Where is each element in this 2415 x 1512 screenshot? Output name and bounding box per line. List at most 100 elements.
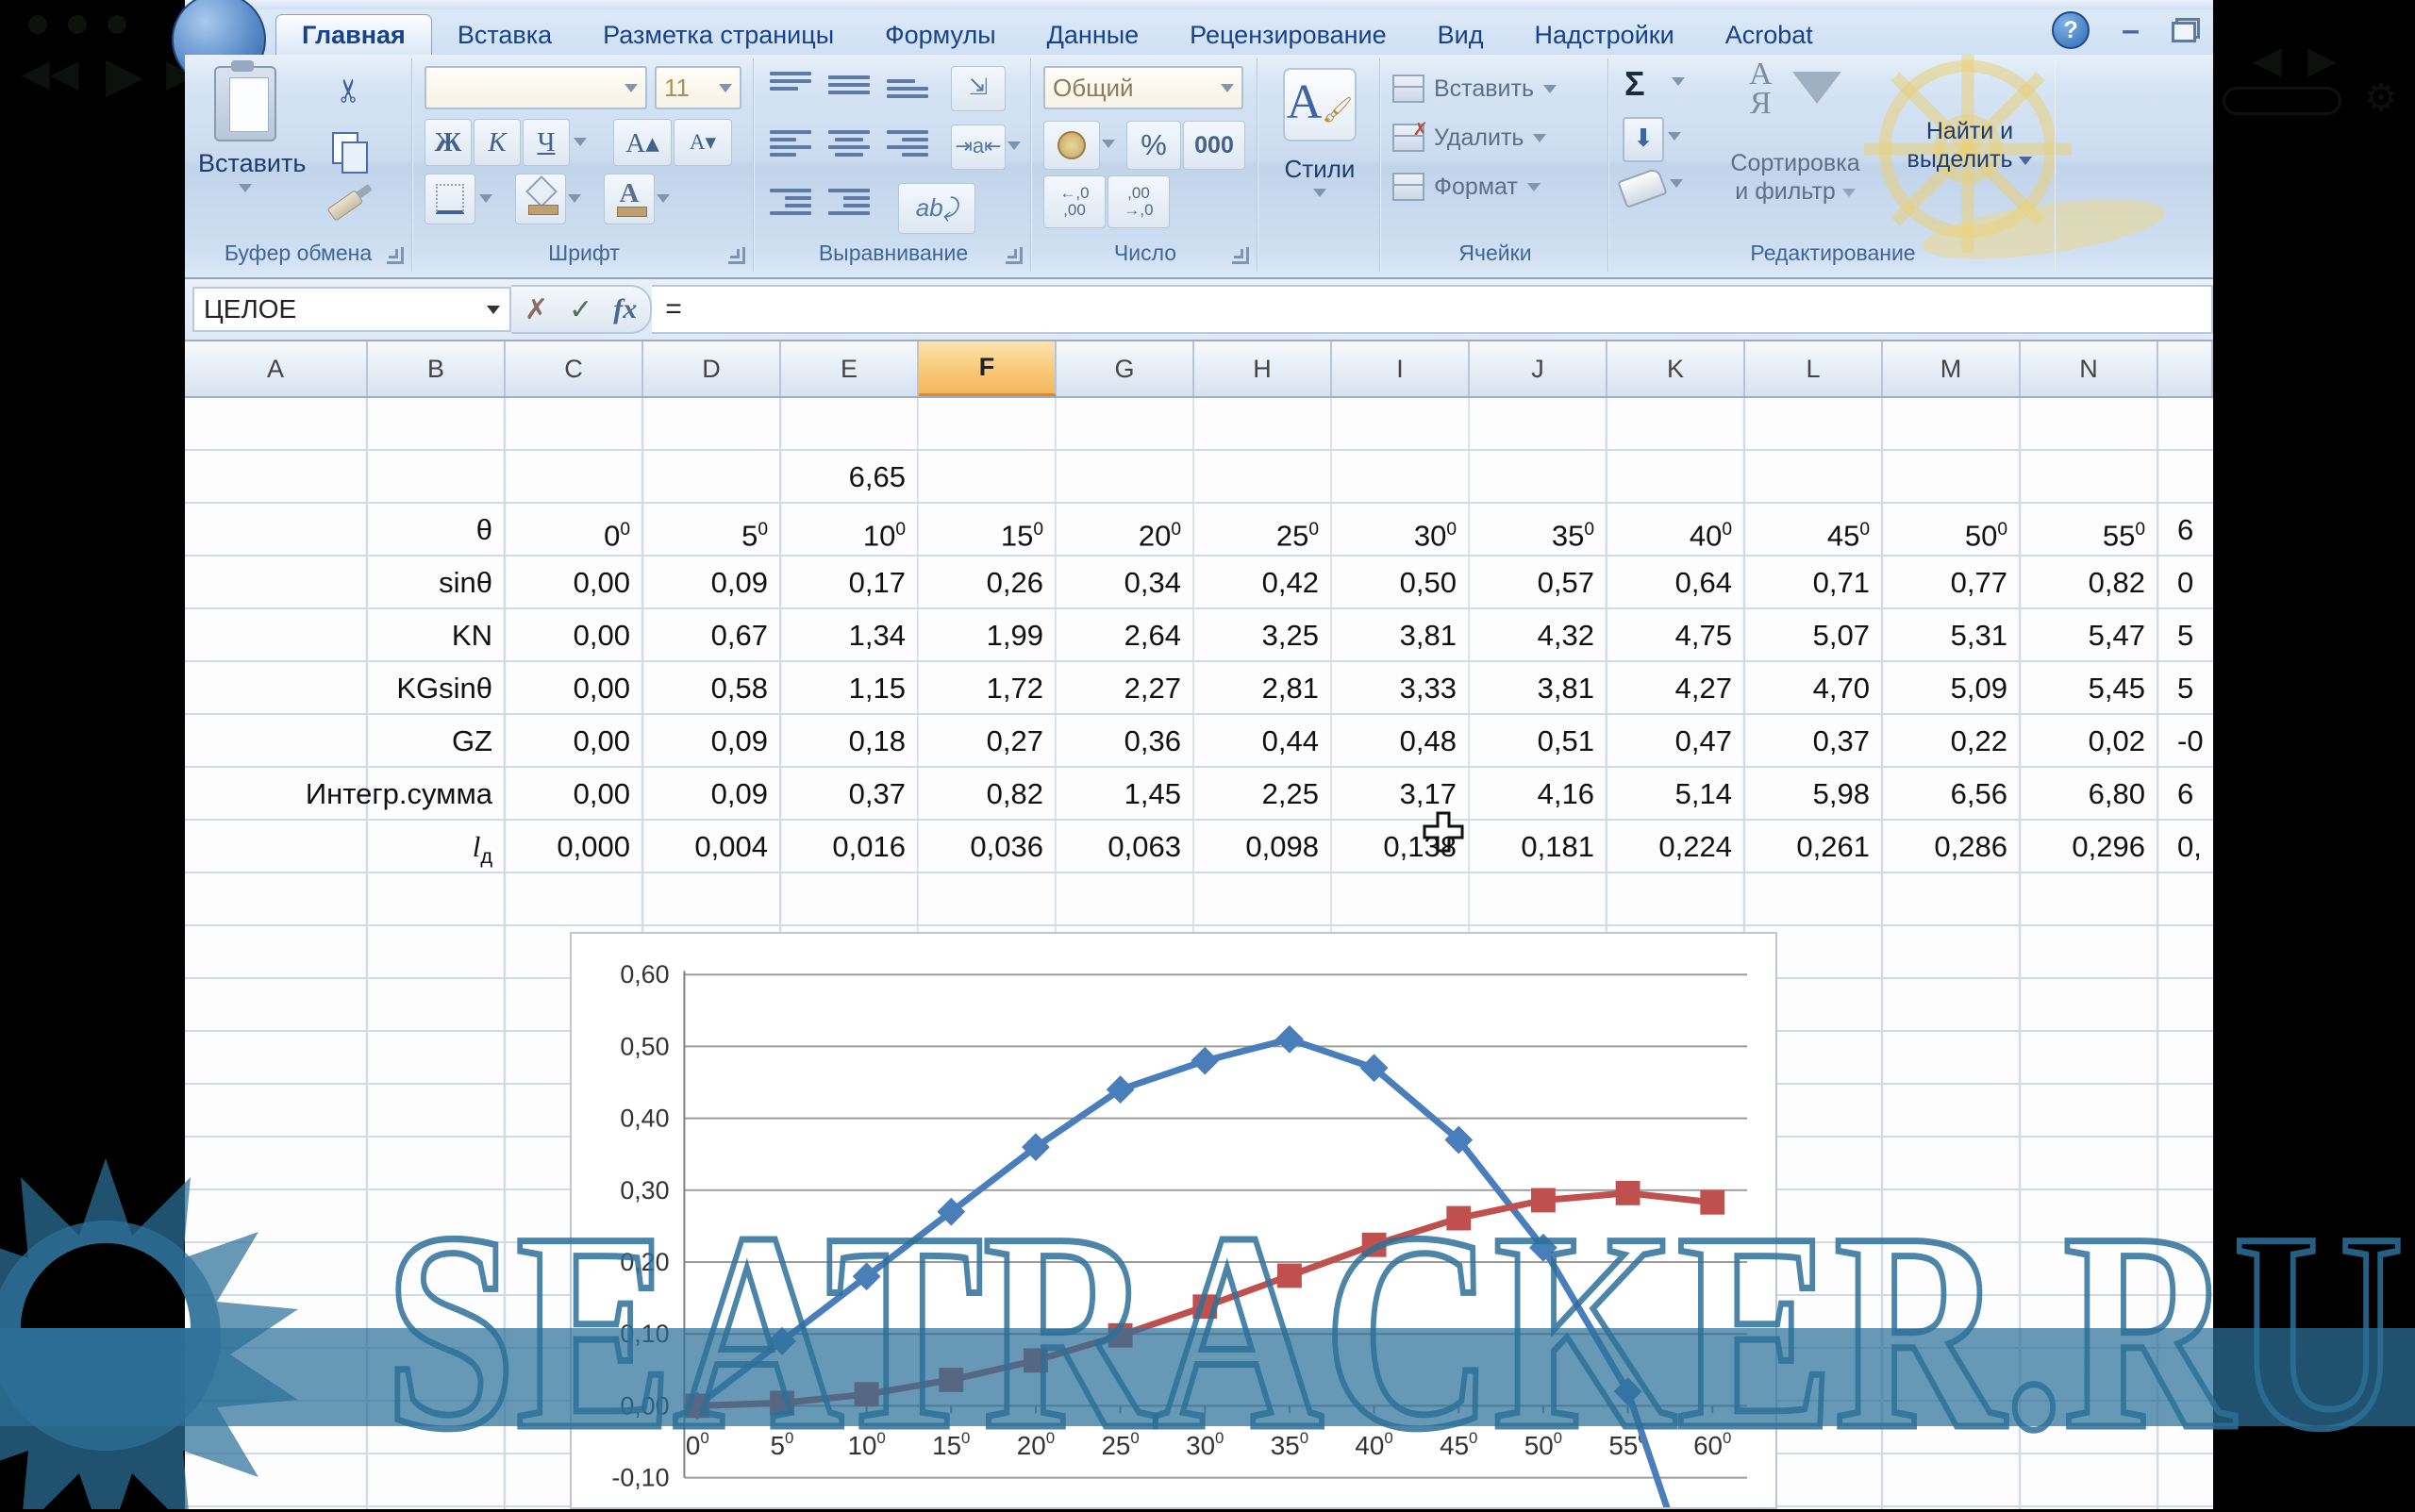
increase-decimal-button[interactable]: ←,0,00 [1043, 175, 1106, 228]
cell[interactable]: 0,26 [919, 557, 1057, 609]
prev-icon[interactable]: ◀ [2253, 42, 2282, 79]
clear-dropdown-arrow[interactable] [1670, 179, 1683, 188]
column-header-D[interactable]: D [643, 341, 781, 396]
cut-icon[interactable]: ✂ [330, 77, 368, 105]
enter-button[interactable]: ✓ [569, 293, 592, 326]
fill-color-button[interactable] [515, 174, 566, 224]
cell[interactable]: 2,25 [1194, 768, 1332, 821]
font-color-dropdown-arrow[interactable] [657, 194, 670, 203]
align-bottom-icon[interactable] [887, 79, 928, 98]
delete-cells-button[interactable]: ✗ Удалить [1383, 113, 1607, 162]
tab-Вид[interactable]: Вид [1412, 15, 1509, 55]
column-header-C[interactable]: C [506, 341, 643, 396]
tab-Разметка страницы[interactable]: Разметка страницы [577, 15, 859, 55]
column-header-F[interactable]: F [919, 341, 1057, 396]
cancel-button[interactable]: ✗ [525, 293, 548, 326]
row-label[interactable]: KN [185, 609, 506, 662]
alignment-dialog-launcher[interactable] [1006, 247, 1023, 264]
tab-Надстройки[interactable]: Надстройки [1509, 15, 1700, 55]
cell[interactable]: 5,31 [1883, 609, 2021, 662]
cell[interactable]: 0,016 [781, 821, 919, 873]
clipboard-dialog-launcher[interactable] [387, 247, 404, 264]
cell[interactable]: 450 [1745, 504, 1883, 557]
cell[interactable]: 0,82 [919, 768, 1057, 821]
cell[interactable]: 0,22 [1883, 715, 2021, 768]
cell-partial[interactable]: 5 [2158, 609, 2213, 662]
cell[interactable]: 1,15 [781, 662, 919, 715]
cell[interactable]: 0,67 [643, 609, 781, 662]
column-header-K[interactable]: K [1607, 341, 1745, 396]
align-middle-icon[interactable] [828, 75, 870, 94]
cell[interactable]: 3,81 [1332, 609, 1470, 662]
column-header-L[interactable]: L [1745, 341, 1883, 396]
cell[interactable]: 6,56 [1883, 768, 2021, 821]
increase-indent-icon[interactable] [828, 189, 870, 215]
cell[interactable]: 1,72 [919, 662, 1057, 715]
cell[interactable]: 0,036 [919, 821, 1057, 873]
column-header-I[interactable]: I [1332, 341, 1470, 396]
merge-dropdown-arrow[interactable] [1008, 141, 1021, 150]
cell[interactable]: 0,000 [506, 821, 643, 873]
percent-style-button[interactable]: % [1126, 121, 1181, 170]
row-label[interactable]: GZ [185, 715, 506, 768]
font-dialog-launcher[interactable] [728, 247, 745, 264]
clear-button[interactable] [1617, 167, 1667, 208]
next-icon[interactable]: ▶ [2307, 42, 2337, 79]
cell[interactable]: 0,09 [643, 768, 781, 821]
cell[interactable]: 0,44 [1194, 715, 1332, 768]
cell[interactable]: 3,17 [1332, 768, 1470, 821]
play-icon[interactable]: ▶ [106, 51, 143, 100]
cell[interactable]: 550 [2021, 504, 2158, 557]
column-header-J[interactable]: J [1470, 341, 1607, 396]
cell[interactable]: 0,82 [2021, 557, 2158, 609]
cell[interactable]: 5,09 [1883, 662, 2021, 715]
cell[interactable]: 0,17 [781, 557, 919, 609]
paste-button[interactable]: Вставить [198, 66, 292, 217]
cell[interactable]: 0,004 [643, 821, 781, 873]
cell[interactable]: 0,00 [506, 609, 643, 662]
fill-button[interactable]: ⬇ [1623, 117, 1664, 162]
cell[interactable]: 4,70 [1745, 662, 1883, 715]
cell[interactable]: 1,45 [1057, 768, 1194, 821]
number-dialog-launcher[interactable] [1232, 247, 1249, 264]
autosum-button[interactable]: Σ [1624, 64, 1645, 104]
fill-dropdown-arrow[interactable] [1668, 132, 1681, 141]
cell[interactable]: 0,098 [1194, 821, 1332, 873]
cell-partial[interactable]: 5 [2158, 662, 2213, 715]
orientation-button[interactable]: ⇲ [951, 66, 1006, 111]
number-format-combo[interactable]: Общий [1043, 66, 1243, 109]
shrink-font-button[interactable]: A▾ [674, 119, 732, 166]
fill-color-dropdown-arrow[interactable] [568, 194, 581, 203]
font-color-button[interactable]: A [604, 174, 655, 224]
column-header-N[interactable]: N [2021, 341, 2158, 396]
column-header-partial[interactable] [2158, 341, 2213, 396]
gear-icon[interactable]: ⚙ [2364, 79, 2398, 117]
italic-button[interactable]: К [474, 119, 521, 166]
row-label[interactable]: KGsinθ [185, 662, 506, 715]
tab-Главная[interactable]: Главная [275, 14, 432, 55]
cell[interactable]: 400 [1607, 504, 1745, 557]
cell[interactable]: 0,063 [1057, 821, 1194, 873]
minimize-button[interactable]: – [2122, 21, 2140, 40]
cell[interactable]: 5,45 [2021, 662, 2158, 715]
borders-dropdown-arrow[interactable] [479, 194, 492, 203]
cell[interactable]: 0,261 [1745, 821, 1883, 873]
cell[interactable]: 3,81 [1470, 662, 1607, 715]
accounting-dropdown-arrow[interactable] [1102, 140, 1115, 148]
help-button[interactable]: ? [2052, 11, 2090, 49]
comma-style-button[interactable]: 000 [1183, 121, 1245, 170]
cell[interactable]: 0,27 [919, 715, 1057, 768]
rewind-icon[interactable]: ◀◀ [21, 55, 79, 92]
column-header-H[interactable]: H [1194, 341, 1332, 396]
cell[interactable]: 5,14 [1607, 768, 1745, 821]
column-header-B[interactable]: B [368, 341, 506, 396]
tab-Acrobat[interactable]: Acrobat [1700, 15, 1839, 55]
cell[interactable]: 0,02 [2021, 715, 2158, 768]
cell[interactable]: 350 [1470, 504, 1607, 557]
font-name-combo[interactable] [425, 66, 647, 109]
cell[interactable]: 1,34 [781, 609, 919, 662]
cell[interactable]: 200 [1057, 504, 1194, 557]
cell[interactable]: 0,224 [1607, 821, 1745, 873]
cell[interactable]: 0,64 [1607, 557, 1745, 609]
cell[interactable]: 3,33 [1332, 662, 1470, 715]
